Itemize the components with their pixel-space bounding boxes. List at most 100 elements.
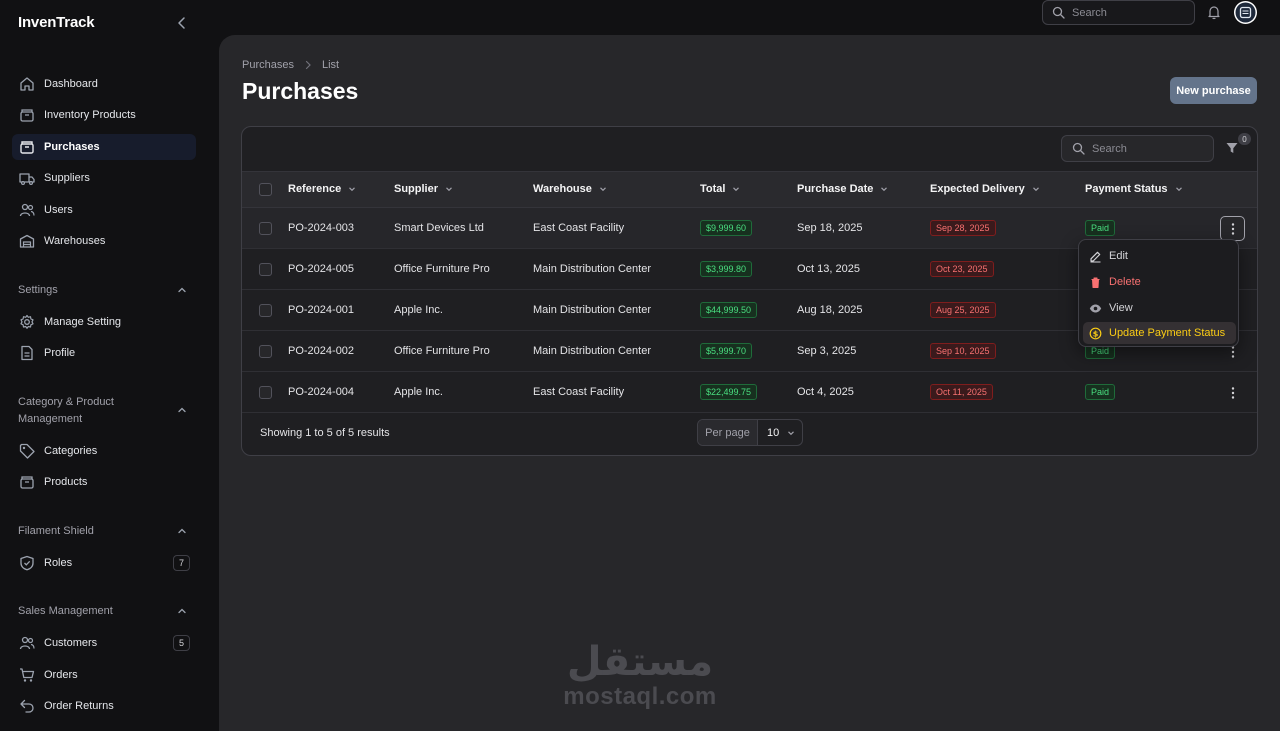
row-actions-button[interactable] (1220, 216, 1245, 241)
count-badge: 7 (173, 555, 190, 571)
chevron-down-icon (444, 184, 454, 194)
cell-warehouse: Main Distribution Center (533, 345, 651, 357)
sidebar-item-order-returns[interactable]: Order Returns (12, 693, 196, 719)
global-search[interactable] (1042, 0, 1195, 25)
menu-item-view[interactable]: View (1083, 297, 1236, 319)
sidebar-item-manage-setting[interactable]: Manage Setting (12, 309, 196, 335)
sidebar-item-orders[interactable]: Orders (12, 662, 196, 688)
column-supplier[interactable]: Supplier (394, 183, 454, 195)
sidebar-item-customers[interactable]: Customers 5 (12, 630, 196, 656)
menu-item-delete[interactable]: Delete (1083, 271, 1236, 293)
sidebar-item-label: Products (44, 476, 88, 488)
sidebar-item-dashboard[interactable]: Dashboard (12, 71, 196, 97)
menu-item-update-payment-status[interactable]: $ Update Payment Status (1083, 322, 1236, 344)
delivery-badge: Oct 23, 2025 (930, 261, 994, 277)
column-total[interactable]: Total (700, 183, 741, 195)
sidebar-item-inventory-products[interactable]: Inventory Products (12, 102, 196, 128)
sidebar-item-purchases[interactable]: Purchases (12, 134, 196, 160)
brand-logo[interactable]: InvenTrack (18, 14, 95, 31)
chevron-up-icon[interactable] (176, 404, 188, 416)
row-checkbox[interactable] (259, 304, 272, 317)
eye-icon (1089, 302, 1102, 315)
sidebar-item-label: Customers (44, 637, 98, 649)
table-header: Reference Supplier Warehouse Total Purch… (242, 171, 1257, 208)
main-content: Purchases List Purchases New purchase 0 … (219, 35, 1280, 731)
tag-icon (18, 442, 36, 460)
cell-purchase-date: Sep 3, 2025 (797, 345, 857, 357)
cell-purchase-date: Oct 13, 2025 (797, 263, 860, 275)
breadcrumb: Purchases List (242, 59, 339, 71)
filter-icon[interactable] (1225, 141, 1239, 155)
cell-supplier: Office Furniture Pro (394, 263, 490, 275)
sidebar: InvenTrack Dashboard Inventory Products … (0, 0, 219, 731)
per-page-select[interactable]: Per page 10 (697, 419, 803, 446)
row-checkbox[interactable] (259, 222, 272, 235)
sidebar-item-warehouses[interactable]: Warehouses (12, 228, 196, 254)
sidebar-item-label: Suppliers (44, 172, 90, 184)
box-icon (18, 473, 36, 491)
sidebar-item-profile[interactable]: Profile (12, 340, 196, 366)
chevron-up-icon[interactable] (176, 525, 188, 537)
shield-icon (18, 554, 36, 572)
sidebar-item-label: Order Returns (44, 700, 114, 712)
payment-status-badge: Paid (1085, 220, 1116, 236)
menu-item-edit[interactable]: Edit (1083, 245, 1236, 267)
watermark-latin: mostaql.com (563, 683, 717, 710)
table-search[interactable] (1061, 135, 1214, 162)
global-search-input[interactable] (1072, 6, 1182, 19)
svg-text:$: $ (1093, 329, 1099, 338)
collapse-sidebar-icon[interactable] (175, 16, 189, 30)
chevron-up-icon[interactable] (176, 284, 188, 296)
box-icon (18, 106, 36, 124)
chevron-down-icon (786, 428, 796, 438)
dollar-icon: $ (1089, 327, 1102, 340)
sidebar-item-label: Dashboard (44, 78, 98, 90)
column-reference[interactable]: Reference (288, 183, 357, 195)
sidebar-item-roles[interactable]: Roles 7 (12, 550, 196, 576)
row-checkbox[interactable] (259, 345, 272, 358)
chevron-down-icon (598, 184, 608, 194)
group-title-sales: Sales Management (18, 605, 113, 617)
breadcrumb-purchases[interactable]: Purchases (242, 59, 294, 71)
row-checkbox[interactable] (259, 386, 272, 399)
home-icon (18, 75, 36, 93)
sidebar-item-suppliers[interactable]: Suppliers (12, 165, 196, 191)
column-purchase-date[interactable]: Purchase Date (797, 183, 889, 195)
group-title-shield: Filament Shield (18, 525, 94, 537)
select-all-checkbox[interactable] (259, 183, 272, 196)
column-expected-delivery[interactable]: Expected Delivery (930, 183, 1041, 195)
avatar[interactable] (1234, 1, 1257, 24)
users-icon (18, 201, 36, 219)
row-actions-menu: Edit Delete View $ Update Payment Status (1078, 239, 1239, 347)
chevron-up-icon[interactable] (176, 605, 188, 617)
per-page-value[interactable]: 10 (758, 420, 802, 445)
row-actions-button[interactable] (1220, 380, 1245, 405)
delivery-badge: Aug 25, 2025 (930, 302, 996, 318)
watermark: مستقل mostaql.com (560, 640, 720, 710)
column-payment-status[interactable]: Payment Status (1085, 183, 1184, 195)
cell-warehouse: East Coast Facility (533, 222, 625, 234)
table-search-input[interactable] (1092, 142, 1202, 155)
table-row[interactable]: PO-2024-004 Apple Inc. East Coast Facili… (242, 372, 1257, 413)
delivery-badge: Oct 11, 2025 (930, 384, 993, 400)
new-purchase-button[interactable]: New purchase (1170, 77, 1257, 104)
count-badge: 5 (173, 635, 190, 651)
chevron-down-icon (731, 184, 741, 194)
truck-icon (18, 169, 36, 187)
sidebar-item-users[interactable]: Users (12, 197, 196, 223)
pagination-summary: Showing 1 to 5 of 5 results (260, 427, 390, 439)
cell-supplier: Apple Inc. (394, 386, 443, 398)
payment-status-badge: Paid (1085, 384, 1116, 400)
row-checkbox[interactable] (259, 263, 272, 276)
chevron-down-icon (879, 184, 889, 194)
cell-purchase-date: Oct 4, 2025 (797, 386, 854, 398)
sidebar-item-label: Inventory Products (44, 109, 136, 121)
column-warehouse[interactable]: Warehouse (533, 183, 608, 195)
total-badge: $44,999.50 (700, 302, 758, 318)
bell-icon[interactable] (1206, 4, 1222, 20)
sidebar-item-categories[interactable]: Categories (12, 438, 196, 464)
more-vertical-icon (1231, 386, 1234, 399)
cell-reference: PO-2024-005 (288, 263, 355, 275)
sidebar-item-products[interactable]: Products (12, 469, 196, 495)
page-title: Purchases (242, 78, 359, 104)
